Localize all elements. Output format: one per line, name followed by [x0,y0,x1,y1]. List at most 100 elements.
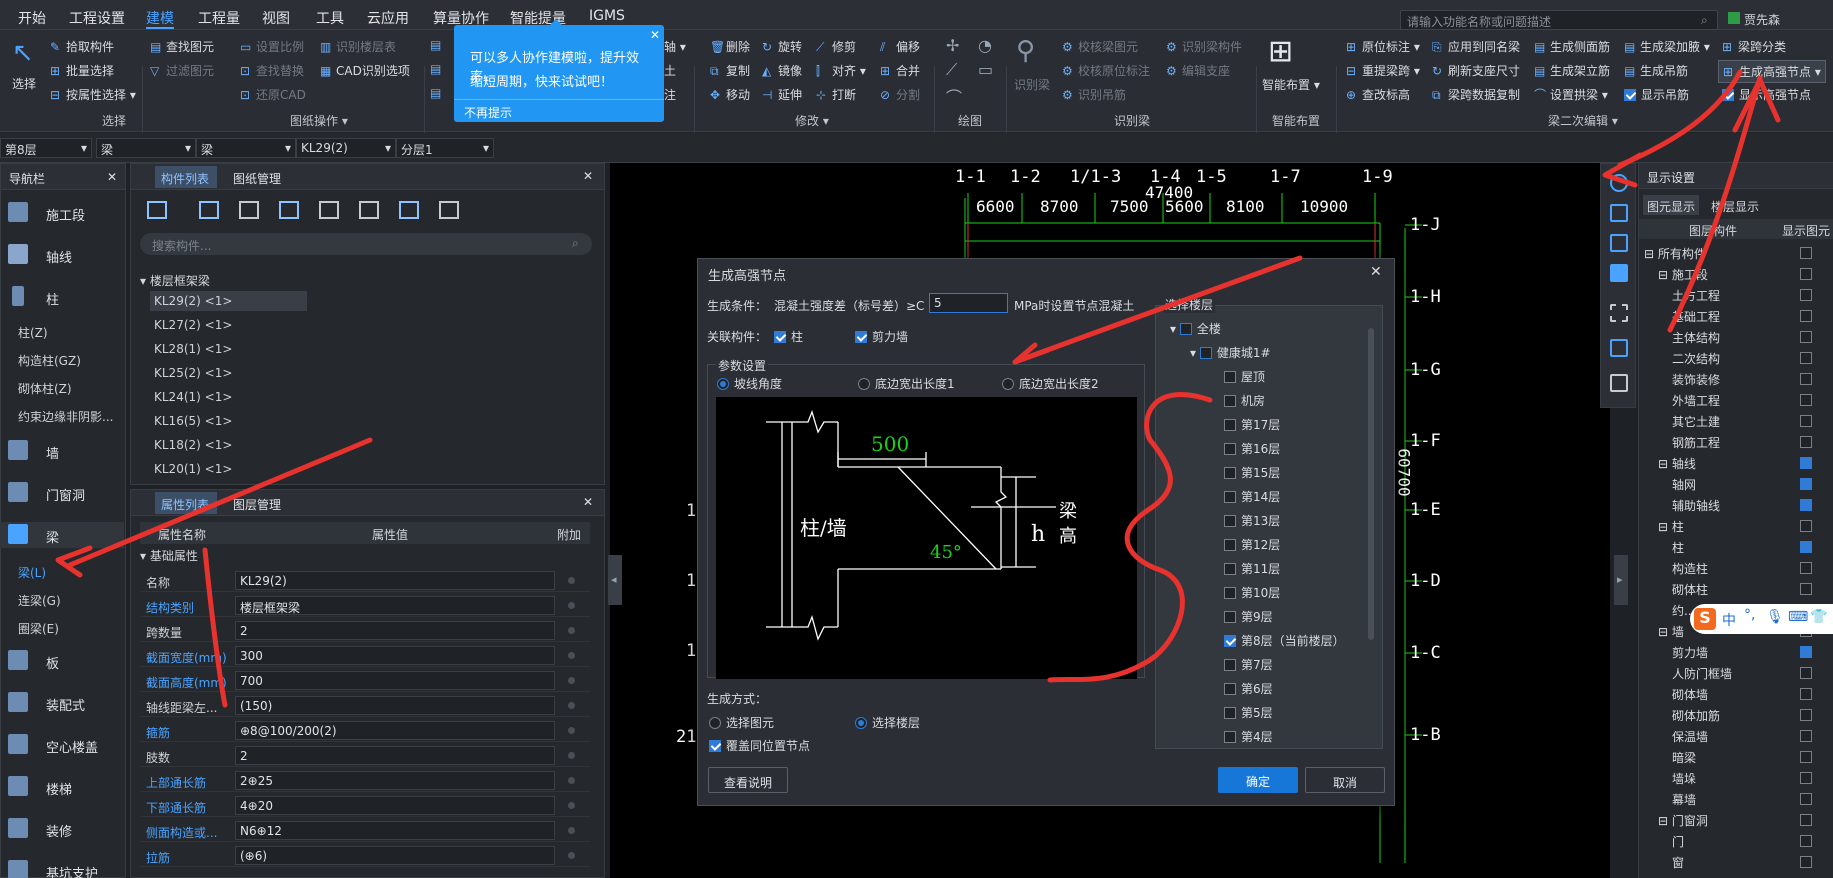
floor-scrollbar[interactable] [1368,328,1374,640]
radio-bottom-width-1[interactable]: 底边宽出长度1 [858,375,955,392]
property-value[interactable]: (⊕6) [235,846,555,865]
radio-bottom-width-2[interactable]: 底边宽出长度2 [1002,375,1099,392]
tree-item[interactable]: 主体结构 [1672,329,1720,346]
apply-same-name[interactable]: ⎘ 应用到同名梁 [1432,38,1520,55]
tree-item[interactable]: 窗 [1672,854,1684,871]
component-item[interactable]: KL24(1) <1> [154,390,232,404]
strength-diff-input[interactable]: 5 [929,293,1008,313]
set-scale[interactable]: ▭ 设置比例 [240,38,304,55]
display-checkbox[interactable] [1800,856,1812,868]
radio-slope-angle[interactable]: 坡线角度 [717,375,782,392]
property-value[interactable]: 2⊕25 [235,771,555,790]
zoom-extent-icon[interactable] [1610,304,1628,322]
property-value[interactable]: 300 [235,646,555,665]
menu-project-settings[interactable]: 工程设置 [69,8,125,28]
view-3d-icon[interactable] [1610,204,1628,222]
floor-item[interactable]: 屋顶 [1224,368,1265,385]
tab-layer-manage[interactable]: 图层管理 [233,496,281,513]
tab-element-display[interactable]: 图元显示 [1643,195,1699,215]
component-item[interactable]: KL18(2) <1> [154,438,232,452]
floor-item[interactable]: 第8层（当前楼层） [1224,632,1345,649]
component-item[interactable]: KL20(1) <1> [154,462,232,476]
property-extra-dot[interactable] [568,577,575,584]
nav-decoration[interactable]: 装修 [0,816,124,842]
floor-combo[interactable]: 第8层 ▾ [0,138,92,158]
property-extra-dot[interactable] [568,677,575,684]
check-elevation[interactable]: ⊕ 查改标高 [1346,86,1410,103]
menu-tools[interactable]: 工具 [316,8,344,28]
radio-select-element[interactable]: 选择图元 [709,714,774,731]
delete-button[interactable]: 🗑删除 [710,38,750,55]
re-extract-span[interactable]: ⊟ 重提梁跨 ▾ [1346,62,1420,79]
display-checkbox[interactable] [1800,331,1812,343]
line-draw-icon[interactable]: ⟋ [946,60,957,80]
view-solid-icon[interactable] [1610,264,1628,282]
ime-language[interactable]: 中 [1722,610,1736,630]
nav-axis[interactable]: 轴线 [0,242,124,268]
edit-support[interactable]: ⚙ 编辑支座 [1166,62,1230,79]
tree-item[interactable]: ⊟ 门窗洞 [1658,812,1708,829]
merge-button[interactable]: ⊞ 合并 [880,62,920,79]
display-checkbox[interactable] [1800,310,1812,322]
display-checkbox[interactable] [1800,562,1812,574]
nav-hollow-floor[interactable]: 空心楼盖 [0,732,124,758]
property-extra-dot[interactable] [568,827,575,834]
display-checkbox[interactable] [1800,751,1812,763]
floor-checkbox[interactable] [1224,539,1236,551]
floor-item[interactable]: 第9层 [1224,608,1273,625]
display-checkbox[interactable] [1800,415,1812,427]
assoc-column-checkbox[interactable]: 柱 [774,328,803,345]
view-list-icon[interactable] [1610,374,1628,392]
display-checkbox[interactable] [1800,499,1812,511]
microphone-icon[interactable]: 🎙 [1766,609,1784,625]
floor-item[interactable]: 第13层 [1224,512,1280,529]
floor-item[interactable]: 第5层 [1224,704,1273,721]
mirror-button[interactable]: ◭ 镜像 [762,62,802,79]
tree-item[interactable]: 基础工程 [1672,308,1720,325]
component-item[interactable]: KL27(2) <1> [154,318,232,332]
display-checkbox[interactable] [1800,646,1812,658]
pick-component[interactable]: ✎ 拾取构件 [50,38,114,55]
props-close-icon[interactable]: ✕ [583,495,593,509]
nav-close-icon[interactable]: ✕ [107,170,117,184]
display-checkbox[interactable] [1800,247,1812,259]
recognize-hanger[interactable]: ⚙ 识别吊筋 [1062,86,1126,103]
tooltip-dismiss-link[interactable]: 不再提示 [464,104,512,121]
select-arrow-icon[interactable]: ↖ [12,38,34,68]
search-input[interactable]: 请输入功能名称或问题描述 [1400,10,1718,30]
tree-item[interactable]: 保温墙 [1672,728,1708,745]
property-value[interactable]: 2 [235,746,555,765]
display-checkbox[interactable] [1800,814,1812,826]
property-value[interactable]: 700 [235,671,555,690]
type-combo[interactable]: 梁 ▾ [196,138,296,158]
display-checkbox[interactable] [1800,835,1812,847]
nav-sub-masonry-column[interactable]: 砌体柱(Z) [18,380,72,397]
floor-checkbox[interactable] [1224,491,1236,503]
property-extra-dot[interactable] [568,752,575,759]
nav-sub-column[interactable]: 柱(Z) [18,324,48,341]
tree-item[interactable]: 辅助轴线 [1672,497,1720,514]
collapse-left-handle[interactable]: ◂ [608,555,622,605]
floor-checkbox[interactable] [1224,467,1236,479]
floor-item[interactable]: 第4层 [1224,728,1273,745]
check-beam-element[interactable]: ⚙ 校核梁图元 [1062,38,1138,55]
menu-igms[interactable]: IGMS [589,8,625,24]
trim-button[interactable]: ⟋ 修剪 [816,38,856,55]
filter-icon[interactable] [439,201,459,219]
original-annotation[interactable]: ⊞ 原位标注 ▾ [1346,38,1420,55]
note-tool[interactable]: 注 [664,86,676,103]
nav-column[interactable]: 柱 [0,284,124,310]
user-avatar[interactable] [1728,12,1740,24]
gen-side-bar[interactable]: ▤ 生成侧面筋 [1534,38,1610,55]
copy-component-icon[interactable] [199,201,219,219]
component-item[interactable]: KL16(5) <1> [154,414,232,428]
menu-modeling[interactable]: 建模 [146,8,174,28]
show-high-strength-node-checkbox[interactable]: 显示高强节点 [1722,86,1811,103]
menu-start[interactable]: 开始 [18,8,46,28]
tree-item[interactable]: 墙垛 [1672,770,1696,787]
gen-beam-haunch[interactable]: ▤ 生成梁加腋 ▾ [1624,38,1710,55]
property-extra-dot[interactable] [568,602,575,609]
tooltip-close-icon[interactable]: ✕ [650,28,660,42]
display-checkbox[interactable] [1800,772,1812,784]
display-checkbox[interactable] [1800,688,1812,700]
